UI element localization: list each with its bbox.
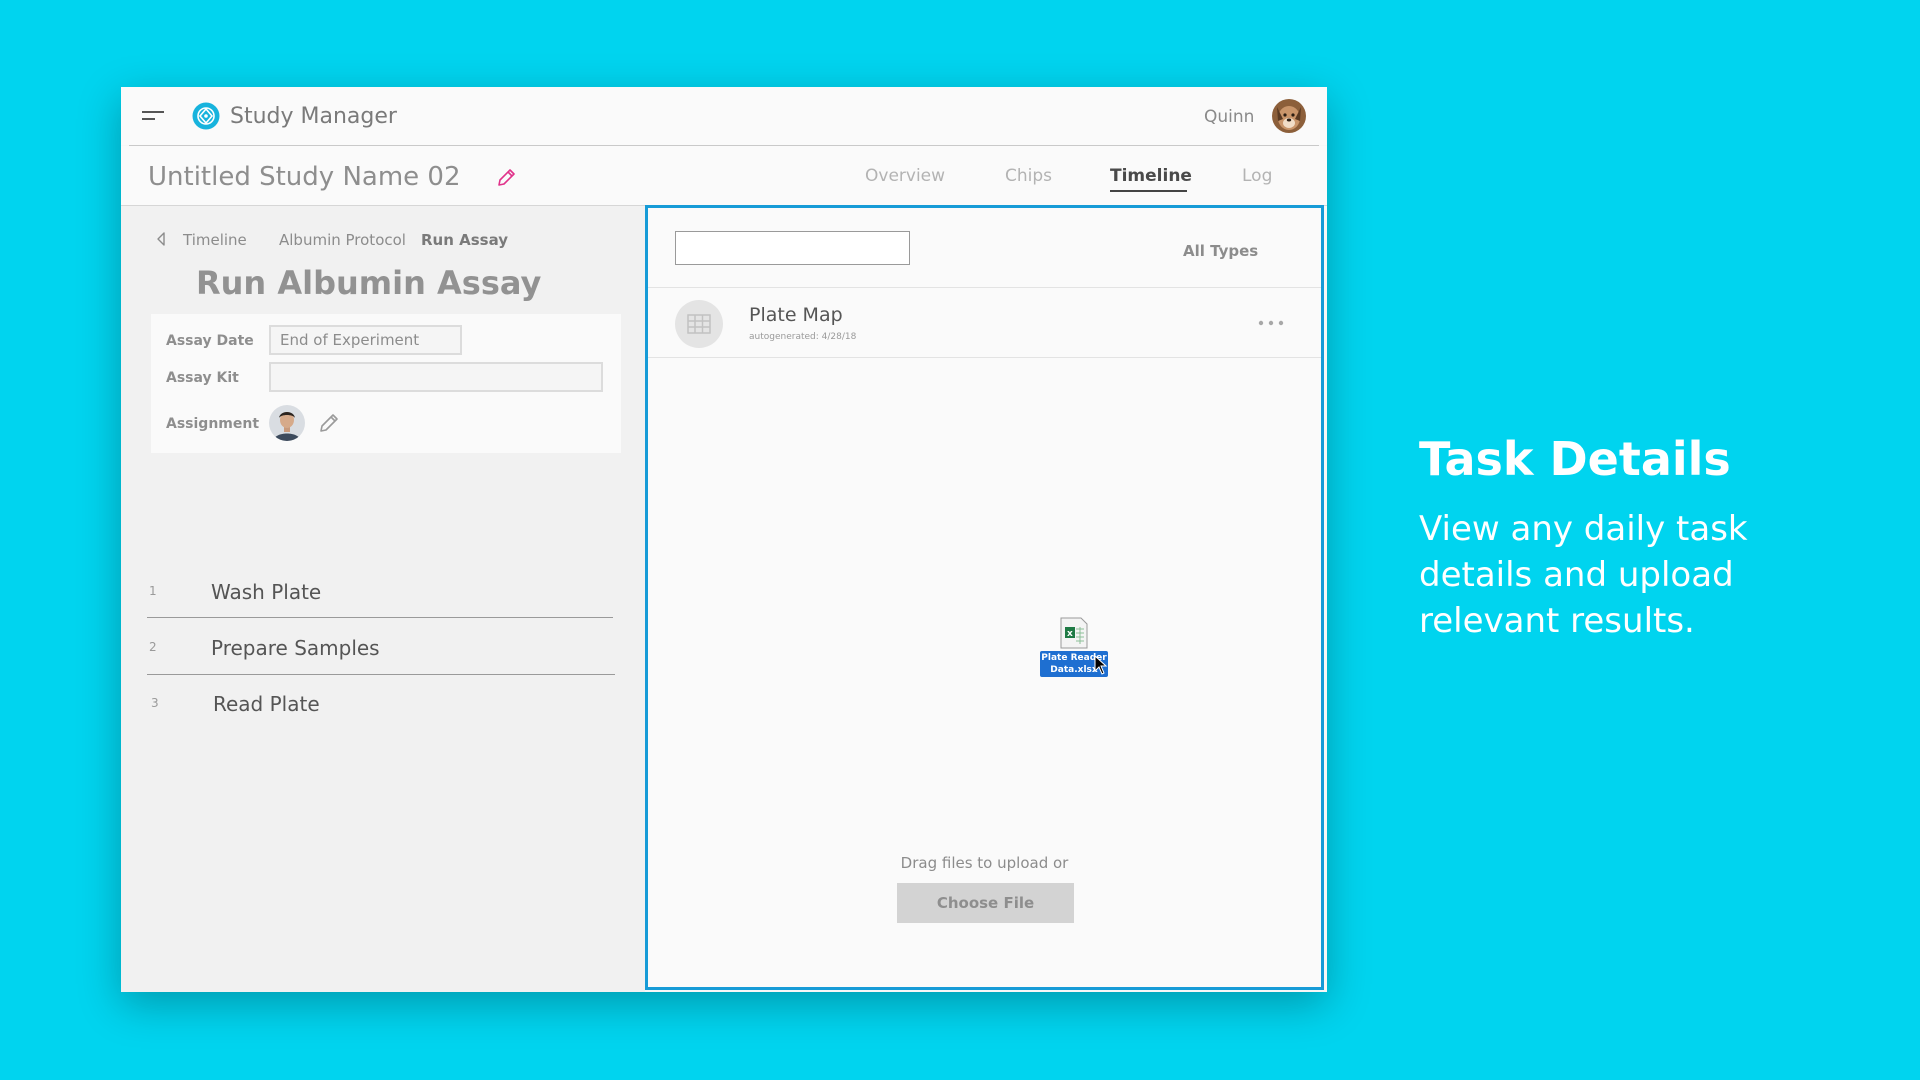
step-number: 2: [149, 640, 157, 654]
file-row-divider: [648, 357, 1321, 358]
task-detail-panel: Timeline Albumin Protocol Run Assay Run …: [121, 206, 645, 992]
step-read-plate[interactable]: Read Plate: [213, 692, 320, 716]
user-name[interactable]: Quinn: [1204, 107, 1254, 127]
step-prepare-samples[interactable]: Prepare Samples: [211, 636, 380, 660]
breadcrumb-albumin-protocol[interactable]: Albumin Protocol: [279, 231, 406, 249]
tab-chips[interactable]: Chips: [1005, 166, 1052, 186]
user-avatar[interactable]: [1272, 99, 1306, 133]
assay-kit-input[interactable]: [269, 362, 603, 392]
assignee-avatar[interactable]: [269, 405, 305, 441]
task-title: Run Albumin Assay: [196, 264, 542, 302]
more-options-icon[interactable]: [1258, 320, 1284, 326]
step-divider: [147, 674, 615, 675]
active-tab-indicator: [1110, 190, 1187, 192]
breadcrumb-run-assay: Run Assay: [421, 231, 509, 249]
app-window: Study Manager Quinn Untitled Study Name …: [121, 87, 1327, 992]
files-panel: All Types Plate Map autogenerated: 4/28/…: [645, 205, 1324, 990]
dragged-file[interactable]: x Plate Reader Data.xlsx: [1034, 615, 1114, 685]
assay-date-input[interactable]: [269, 325, 462, 355]
toolbar-divider: [648, 287, 1321, 288]
study-name: Untitled Study Name 02: [148, 162, 461, 192]
promo-description: View any daily task details and upload r…: [1419, 509, 1748, 641]
tab-log[interactable]: Log: [1242, 166, 1272, 186]
files-search-input[interactable]: [675, 231, 910, 265]
assay-date-label: Assay Date: [166, 333, 254, 349]
assay-kit-label: Assay Kit: [166, 370, 239, 386]
drop-instructions: Drag files to upload or: [900, 854, 1069, 872]
hamburger-menu-icon[interactable]: [142, 111, 164, 125]
app-title: Study Manager: [230, 104, 397, 129]
step-number: 1: [149, 584, 157, 598]
study-manager-logo-icon: [192, 102, 220, 130]
step-wash-plate[interactable]: Wash Plate: [211, 580, 321, 604]
excel-file-icon: x: [1060, 617, 1088, 649]
step-divider: [147, 617, 613, 618]
tab-timeline[interactable]: Timeline: [1110, 166, 1192, 186]
step-number: 3: [151, 696, 159, 710]
file-name-plate-map[interactable]: Plate Map: [749, 304, 843, 326]
choose-file-button[interactable]: Choose File: [897, 883, 1074, 923]
back-arrow-icon[interactable]: [156, 231, 166, 247]
type-filter-dropdown[interactable]: All Types: [1183, 242, 1258, 260]
assay-form: Assay Date Assay Kit Assignment: [151, 314, 621, 453]
edit-study-name-icon[interactable]: [495, 167, 517, 189]
breadcrumb-timeline[interactable]: Timeline: [183, 231, 247, 249]
svg-text:x: x: [1067, 629, 1073, 639]
mouse-cursor-icon: [1094, 655, 1108, 675]
grid-icon: [687, 314, 711, 334]
tab-overview[interactable]: Overview: [865, 166, 945, 186]
file-meta: autogenerated: 4/28/18: [749, 332, 857, 342]
plate-map-file-icon: [675, 300, 723, 348]
assignment-label: Assignment: [166, 416, 260, 432]
promo-heading: Task Details: [1419, 432, 1731, 486]
edit-assignment-icon[interactable]: [317, 411, 341, 435]
